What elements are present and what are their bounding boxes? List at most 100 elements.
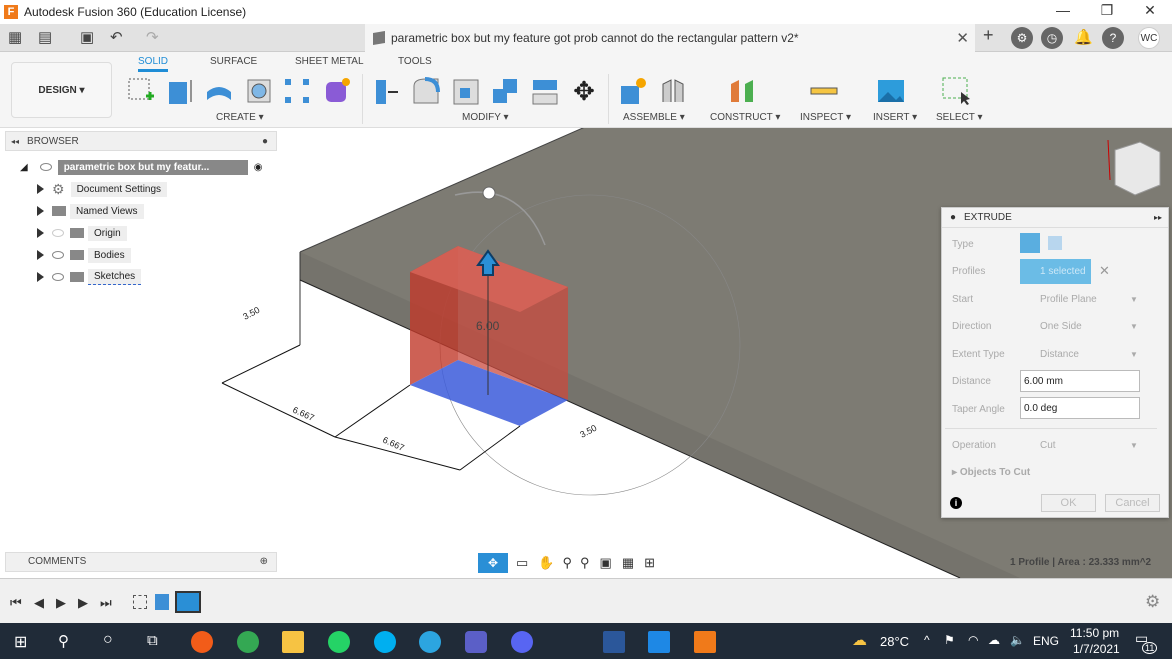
extensions-icon[interactable]: ⚙ (1011, 27, 1033, 49)
start-icon[interactable]: ⊞ (14, 632, 27, 652)
expand-icon[interactable] (37, 206, 44, 216)
pattern-icon[interactable] (282, 76, 312, 106)
dim-label[interactable]: 3.50 (241, 305, 261, 322)
settings-gear-icon[interactable]: ⚙ (1145, 592, 1160, 612)
photos-icon[interactable] (648, 631, 670, 653)
offset-face-icon[interactable] (530, 76, 560, 106)
discord-icon[interactable] (511, 631, 533, 653)
pan-icon[interactable]: ✋ (538, 555, 554, 571)
close-tab-icon[interactable]: ✕ (956, 29, 969, 47)
timeline-active-feature[interactable] (175, 591, 201, 613)
combine-icon[interactable] (490, 76, 520, 106)
modify-menu[interactable]: MODIFY ▾ (462, 112, 509, 123)
create-form-icon[interactable] (322, 76, 352, 106)
minimize-button[interactable]: — (1043, 2, 1083, 22)
browser-panel-header[interactable]: ◂◂ BROWSER ● (5, 131, 277, 151)
teams-icon[interactable] (465, 631, 487, 653)
eye-icon[interactable] (39, 163, 52, 171)
browser-root[interactable]: ◢ parametric box but my featur... ◉ (20, 158, 262, 176)
grid-settings-icon[interactable]: ▦ (622, 555, 634, 571)
distance-input[interactable]: 6.00 mm (1020, 370, 1140, 392)
dialog-header[interactable]: ● EXTRUDE ▸▸ (942, 208, 1168, 228)
clear-selection-icon[interactable]: ✕ (1099, 263, 1110, 279)
task-view-icon[interactable]: ⧉ (147, 632, 158, 649)
notifications-icon[interactable]: 🔔 (1074, 28, 1093, 46)
wifi-icon[interactable]: ◠ (968, 633, 978, 647)
new-tab-icon[interactable]: + (983, 25, 994, 46)
expand-icon[interactable] (37, 250, 44, 260)
previous-step-button[interactable]: ◀ (34, 595, 44, 611)
eye-icon[interactable] (52, 273, 64, 281)
direction-dropdown[interactable]: One Side (1040, 321, 1082, 332)
skype-icon[interactable] (374, 631, 396, 653)
save-icon[interactable]: ▣ (80, 28, 94, 46)
tab-solid[interactable]: SOLID (138, 56, 169, 72)
minimize-dialog-icon[interactable]: ● (950, 208, 956, 228)
look-at-icon[interactable]: ▭ (516, 555, 528, 571)
file-icon[interactable]: ▤ (38, 28, 52, 46)
extent-type-dropdown[interactable]: Distance (1040, 349, 1079, 360)
eye-hidden-icon[interactable] (52, 229, 64, 237)
press-pull-icon[interactable] (372, 76, 402, 106)
tray-chevron-icon[interactable]: ^ (924, 633, 930, 647)
restore-button[interactable]: ❐ (1087, 2, 1127, 22)
fit-icon[interactable]: ⚲ (580, 555, 590, 571)
create-menu[interactable]: CREATE ▾ (216, 112, 264, 123)
language-indicator[interactable]: ENG (1033, 634, 1059, 648)
volume-icon[interactable]: 🔈 (1010, 633, 1025, 647)
browser-item-named-views[interactable]: Named Views (37, 202, 144, 220)
insert-image-icon[interactable] (876, 76, 906, 106)
workspace-switcher[interactable]: DESIGN ▾ (11, 62, 112, 118)
redo-icon[interactable]: ↷ (146, 28, 159, 46)
dim-label[interactable]: 6.667 (291, 405, 316, 423)
orbit-icon[interactable]: ✥ (478, 553, 508, 573)
close-button[interactable]: ✕ (1130, 2, 1170, 22)
fusion360-taskbar-icon[interactable] (694, 631, 716, 653)
viewports-icon[interactable]: ⊞ (644, 555, 655, 571)
extrude-icon[interactable] (165, 76, 195, 106)
cancel-button[interactable]: Cancel (1105, 494, 1160, 512)
measure-icon[interactable] (809, 76, 839, 106)
next-step-button[interactable]: ▶ (78, 595, 88, 611)
first-step-button[interactable]: ⏮ (10, 595, 22, 611)
cortana-icon[interactable]: ○ (103, 631, 113, 649)
angle-handle[interactable] (482, 186, 496, 200)
collapse-icon[interactable]: ◂◂ (11, 137, 19, 146)
construct-menu[interactable]: CONSTRUCT ▾ (710, 112, 780, 123)
pin-icon[interactable]: ● (262, 136, 268, 147)
operation-dropdown[interactable]: Cut (1040, 440, 1056, 451)
weather-temp[interactable]: 28°C (880, 634, 909, 649)
new-component-icon[interactable] (618, 76, 648, 106)
file-explorer-icon[interactable] (282, 631, 304, 653)
type-thin-button[interactable] (1048, 236, 1062, 250)
firefox-icon[interactable] (191, 631, 213, 653)
expand-dialog-icon[interactable]: ▸▸ (1154, 208, 1162, 228)
expand-icon[interactable] (37, 272, 44, 282)
browser-item-bodies[interactable]: Bodies (37, 246, 131, 264)
weather-icon[interactable]: ☁ (852, 631, 867, 649)
add-comment-icon[interactable]: ⊕ (260, 553, 268, 571)
undo-icon[interactable]: ↶ (110, 28, 123, 46)
timeline-extrude-icon[interactable] (155, 594, 169, 610)
user-avatar[interactable]: WC (1138, 27, 1160, 49)
apps-grid-icon[interactable]: ▦ (8, 28, 22, 46)
select-menu[interactable]: SELECT ▾ (936, 112, 983, 123)
tab-sheet-metal[interactable]: SHEET METAL (295, 56, 364, 67)
assemble-menu[interactable]: ASSEMBLE ▾ (623, 112, 685, 123)
type-solid-button[interactable] (1020, 233, 1040, 253)
search-icon[interactable]: ⚲ (58, 632, 69, 650)
onedrive-icon[interactable]: ☁ (988, 633, 1000, 647)
hole-icon[interactable] (244, 76, 274, 106)
taper-angle-input[interactable]: 0.0 deg (1020, 397, 1140, 419)
joint-icon[interactable] (658, 76, 688, 106)
tab-tools[interactable]: TOOLS (398, 56, 432, 67)
eye-icon[interactable] (52, 251, 64, 259)
activate-radio[interactable]: ◉ (254, 162, 263, 173)
clock-time[interactable]: 11:50 pm (1070, 626, 1119, 640)
timeline-sketch-icon[interactable] (133, 595, 147, 609)
comments-panel[interactable]: COMMENTS ⊕ (5, 552, 277, 572)
chrome-icon[interactable] (237, 631, 259, 653)
help-icon[interactable]: ? (1102, 27, 1124, 49)
chevron-down-icon[interactable]: ▼ (1130, 295, 1138, 304)
tray-app-icon[interactable]: ⚑ (944, 633, 955, 647)
